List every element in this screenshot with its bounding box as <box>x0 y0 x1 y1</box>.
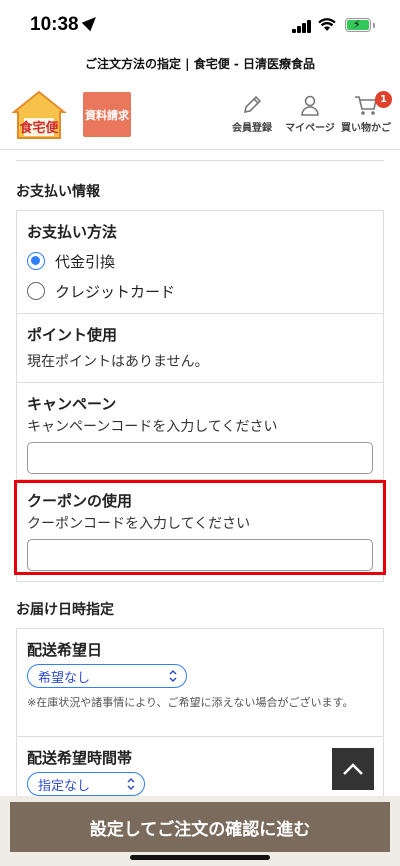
wifi-icon <box>318 18 336 31</box>
payment-method-row: お支払い方法 代金引換 クレジットカード <box>17 211 383 314</box>
cart-link[interactable]: 買い物かご 1 <box>338 91 394 134</box>
points-title: ポイント使用 <box>27 326 118 344</box>
delivery-time-title: 配送希望時間帯 <box>27 749 133 767</box>
delivery-date-title: 配送希望日 <box>27 641 103 659</box>
pencil-icon <box>243 95 262 114</box>
delivery-date-select[interactable]: 希望なし <box>27 664 187 688</box>
cart-label: 買い物かご <box>341 123 391 134</box>
cart-count-badge: 1 <box>375 91 392 108</box>
payment-option-cod[interactable]: 代金引換 <box>27 248 373 274</box>
chevron-updown-icon <box>169 669 177 683</box>
user-icon <box>301 95 319 116</box>
location-arrow-icon <box>81 12 100 32</box>
member-register-link[interactable]: 会員登録 <box>230 94 274 134</box>
delivery-time-value: 指定なし <box>38 778 91 794</box>
delivery-time-select[interactable]: 指定なし <box>27 772 145 796</box>
delivery-date-row: 配送希望日 希望なし ※在庫状況や諸事情により、ご希望に添えない場合がございます… <box>17 629 383 737</box>
campaign-code-input[interactable] <box>27 442 373 474</box>
radio-cod[interactable] <box>27 252 45 270</box>
chevron-up-icon <box>343 763 363 775</box>
my-page-link[interactable]: マイページ <box>284 94 336 134</box>
battery-icon: ⚡ <box>345 18 375 32</box>
chevron-updown-icon <box>127 777 135 791</box>
radio-credit-card[interactable] <box>27 282 45 300</box>
payment-option-cod-label: 代金引換 <box>55 252 116 271</box>
coupon-highlight-box <box>14 480 386 575</box>
payment-method-title: お支払い方法 <box>27 223 118 241</box>
campaign-row: キャンペーン キャンペーンコードを入力してください <box>17 383 383 480</box>
points-row: ポイント使用 現在ポイントはありません。 <box>17 314 383 383</box>
page-title: ご注文方法の指定 | 食宅便 - 日清医療食品 <box>84 57 316 71</box>
content-divider <box>16 160 384 161</box>
status-bar: 10:38 ⚡ <box>0 0 400 48</box>
scroll-to-top-button[interactable] <box>332 748 374 790</box>
site-logo[interactable]: 食宅便 <box>10 88 68 142</box>
campaign-title: キャンペーン <box>27 395 117 413</box>
points-text: 現在ポイントはありません。 <box>27 354 209 370</box>
payment-option-credit-card-label: クレジットカード <box>55 282 176 301</box>
home-indicator[interactable] <box>130 855 270 860</box>
delivery-date-value: 希望なし <box>38 670 91 686</box>
delivery-section-title: お届け日時指定 <box>16 602 114 618</box>
cellular-signal-icon <box>292 20 312 33</box>
member-register-label: 会員登録 <box>232 123 272 134</box>
delivery-box: 配送希望日 希望なし ※在庫状況や諸事情により、ご希望に添えない場合がございます… <box>16 628 384 808</box>
delivery-date-note: ※在庫状況や諸事情により、ご希望に添えない場合がございます。 <box>27 696 354 709</box>
my-page-label: マイページ <box>285 123 335 134</box>
payment-section-title: お支払い情報 <box>16 184 100 200</box>
request-materials-button[interactable]: 資料請求 <box>83 92 131 137</box>
logo-text: 食宅便 <box>19 120 59 136</box>
payment-option-credit-card[interactable]: クレジットカード <box>27 278 373 304</box>
confirm-order-button[interactable]: 設定してご注文の確認に進む <box>10 802 390 852</box>
site-header: 食宅便 資料請求 会員登録 マイページ 買い物かご 1 <box>0 80 400 150</box>
status-time: 10:38 <box>30 12 100 36</box>
campaign-hint: キャンペーンコードを入力してください <box>27 419 278 435</box>
